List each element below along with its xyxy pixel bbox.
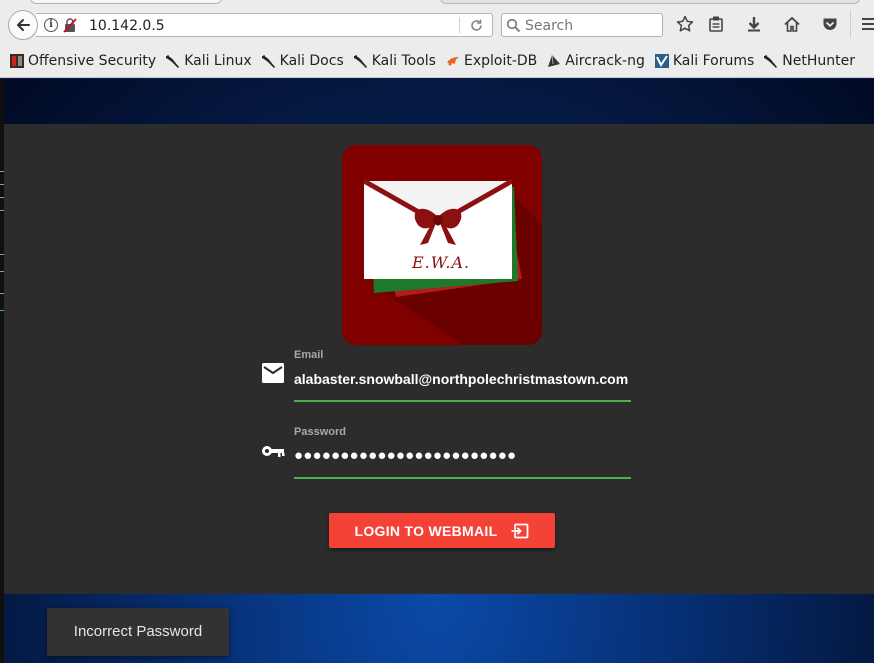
search-placeholder: Search xyxy=(525,18,574,34)
login-button-label: LOGIN TO WEBMAIL xyxy=(354,522,498,539)
menu-icon[interactable] xyxy=(858,14,874,34)
key-icon xyxy=(262,446,285,457)
password-label: Password xyxy=(294,426,346,438)
reload-icon[interactable] xyxy=(468,17,485,34)
bookmark-kali-linux[interactable]: Kali Linux xyxy=(165,52,252,70)
back-arrow-icon xyxy=(17,19,30,31)
email-underline xyxy=(294,400,631,402)
email-label: Email xyxy=(294,349,324,361)
kali-dragon-icon xyxy=(353,55,367,68)
bookmark-aircrack-ng[interactable]: Aircrack-ng xyxy=(546,52,645,70)
login-arrow-icon xyxy=(511,523,529,538)
pocket-icon[interactable] xyxy=(820,14,840,34)
password-underline xyxy=(294,477,631,479)
exploitdb-icon xyxy=(446,57,459,66)
back-button[interactable] xyxy=(8,10,38,40)
bookmark-nethunter[interactable]: NetHunter xyxy=(763,52,855,70)
ewa-logo xyxy=(342,145,542,345)
mail-icon xyxy=(262,363,284,383)
bookmark-exploit-db[interactable]: Exploit-DB xyxy=(445,52,537,70)
info-icon[interactable]: i xyxy=(44,18,58,32)
url-separator xyxy=(459,17,460,33)
kali-dragon-icon xyxy=(166,55,180,68)
tab-active[interactable] xyxy=(30,0,222,4)
search-bar[interactable]: Search xyxy=(501,13,663,37)
toast-message: Incorrect Password xyxy=(73,623,203,640)
bookmark-kali-docs[interactable]: Kali Docs xyxy=(261,52,344,70)
kali-forums-icon xyxy=(654,54,669,68)
star-icon[interactable] xyxy=(675,14,695,34)
kali-dragon-icon xyxy=(764,55,778,68)
home-icon[interactable] xyxy=(782,14,802,34)
error-toast: Incorrect Password xyxy=(47,608,229,656)
browser-toolbar: i 10.142.0.5 Search Offensive Security K… xyxy=(0,0,874,78)
offsec-icon xyxy=(10,54,24,68)
email-field[interactable]: alabaster.snowball@northpolechristmastow… xyxy=(294,370,628,388)
toolbar-separator xyxy=(850,10,851,38)
reading-list-icon[interactable] xyxy=(706,14,726,34)
download-icon[interactable] xyxy=(744,14,764,34)
address-bar[interactable]: i 10.142.0.5 xyxy=(36,13,493,37)
search-icon xyxy=(506,18,521,33)
aircrack-icon xyxy=(548,54,561,67)
bookmark-offensive-security[interactable]: Offensive Security xyxy=(9,52,156,70)
kali-dragon-icon xyxy=(261,55,275,68)
tab-inactive[interactable] xyxy=(440,0,860,4)
url-text[interactable]: 10.142.0.5 xyxy=(89,17,165,35)
logo-text: E.W.A. xyxy=(412,253,471,272)
envelope-logo-icon xyxy=(362,178,542,345)
bookmark-kali-tools[interactable]: Kali Tools xyxy=(353,52,436,70)
bookmark-kali-forums[interactable]: Kali Forums xyxy=(654,52,754,70)
bookmarks-toolbar: Offensive Security Kali Linux Kali Docs … xyxy=(9,49,864,73)
tab-strip xyxy=(0,0,874,6)
password-field[interactable]: ●●●●●●●●●●●●●●●●●●●●●●●● xyxy=(294,447,516,465)
login-button[interactable]: LOGIN TO WEBMAIL xyxy=(329,513,555,548)
insecure-lock-icon[interactable] xyxy=(63,18,77,33)
